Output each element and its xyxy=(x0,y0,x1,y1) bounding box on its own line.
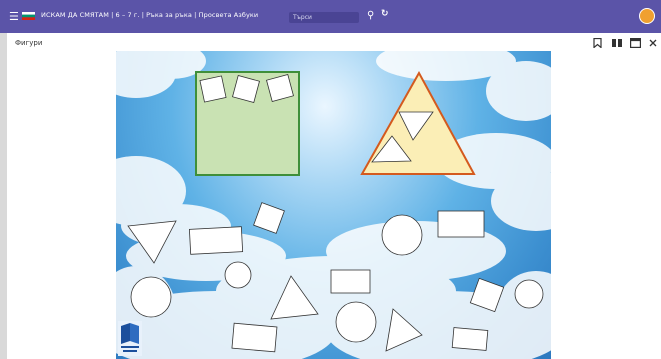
page-title: Фигури xyxy=(15,39,43,47)
bookmark-icon[interactable] xyxy=(593,38,602,48)
shapes-scene xyxy=(116,51,551,359)
page-toolbar: Фигури xyxy=(7,33,661,53)
rectangle-shape[interactable] xyxy=(231,322,278,353)
circle-shape[interactable] xyxy=(224,261,252,289)
rectangle-shape[interactable] xyxy=(451,327,489,351)
publisher-logo-icon xyxy=(118,321,142,356)
circle-shape[interactable] xyxy=(381,214,423,256)
external-window-icon[interactable] xyxy=(630,38,641,48)
rectangle-shape[interactable] xyxy=(188,226,244,255)
square-shape[interactable] xyxy=(253,202,285,234)
circle-shape[interactable] xyxy=(514,279,544,309)
hamburger-menu-icon[interactable]: ☰ xyxy=(9,11,19,22)
rectangle-shape[interactable] xyxy=(437,210,485,238)
refresh-icon[interactable]: ↻ xyxy=(381,9,389,19)
rectangle-shape[interactable] xyxy=(330,269,371,294)
columns-icon[interactable] xyxy=(612,39,622,47)
bulgarian-flag-icon xyxy=(22,12,35,20)
user-avatar-icon[interactable] xyxy=(639,8,655,24)
scene-canvas xyxy=(116,51,551,359)
clouds-decoration xyxy=(116,51,551,359)
small-square-shape[interactable] xyxy=(199,75,227,103)
search-icon[interactable]: ⚲ xyxy=(367,10,374,21)
circle-shape[interactable] xyxy=(130,276,172,318)
app-title: ИСКАМ ДА СМЯТАМ | 6 – 7 г. | Ръка за рък… xyxy=(41,11,259,19)
search-input[interactable]: Търси xyxy=(289,12,359,23)
circle-shape[interactable] xyxy=(335,301,377,343)
app-header: ☰ ИСКАМ ДА СМЯТАМ | 6 – 7 г. | Ръка за р… xyxy=(0,0,661,33)
close-icon[interactable] xyxy=(649,39,657,47)
